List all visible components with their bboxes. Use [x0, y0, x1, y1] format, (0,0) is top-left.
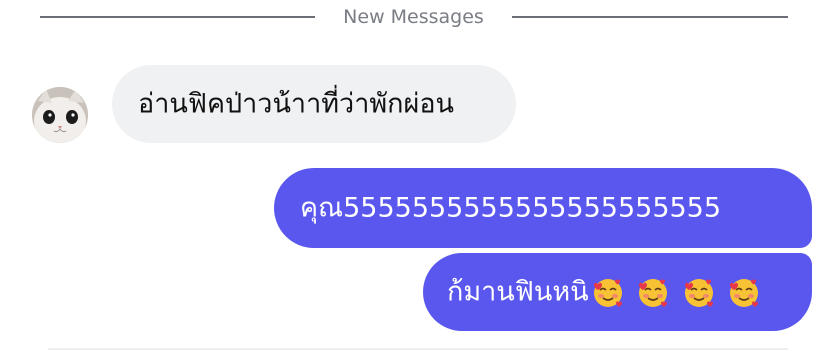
sender-avatar[interactable]	[32, 87, 88, 143]
outgoing-message-bubble[interactable]: คุณ5555555555555555555555	[274, 168, 812, 248]
divider-line-right	[512, 16, 788, 18]
smiling-face-with-hearts-icon	[593, 278, 622, 307]
composer-divider	[48, 348, 788, 350]
incoming-message-bubble[interactable]: อ่านฟิคป่าวน้าาที่ว่าพักผ่อน	[112, 65, 516, 143]
divider-line-left	[40, 16, 315, 18]
chat-thread: New Messages อ่านฟิคป่าวน้าาที่ว่าพักผ่อ…	[0, 0, 828, 351]
outgoing-message-text: คุณ5555555555555555555555	[300, 192, 722, 224]
outgoing-message-text: ก้มานฟินหนิ	[447, 276, 589, 308]
smiling-face-with-hearts-icon	[639, 278, 668, 307]
smiling-face-with-hearts-icon	[730, 278, 759, 307]
outgoing-message-bubble[interactable]: ก้มานฟินหนิ	[423, 253, 812, 331]
new-messages-label: New Messages	[343, 6, 484, 28]
cat-avatar-icon	[32, 87, 88, 143]
emoji-group	[589, 275, 763, 310]
incoming-message-text: อ่านฟิคป่าวน้าาที่ว่าพักผ่อน	[138, 88, 455, 120]
new-messages-divider: New Messages	[0, 0, 828, 36]
smiling-face-with-hearts-icon	[684, 278, 713, 307]
